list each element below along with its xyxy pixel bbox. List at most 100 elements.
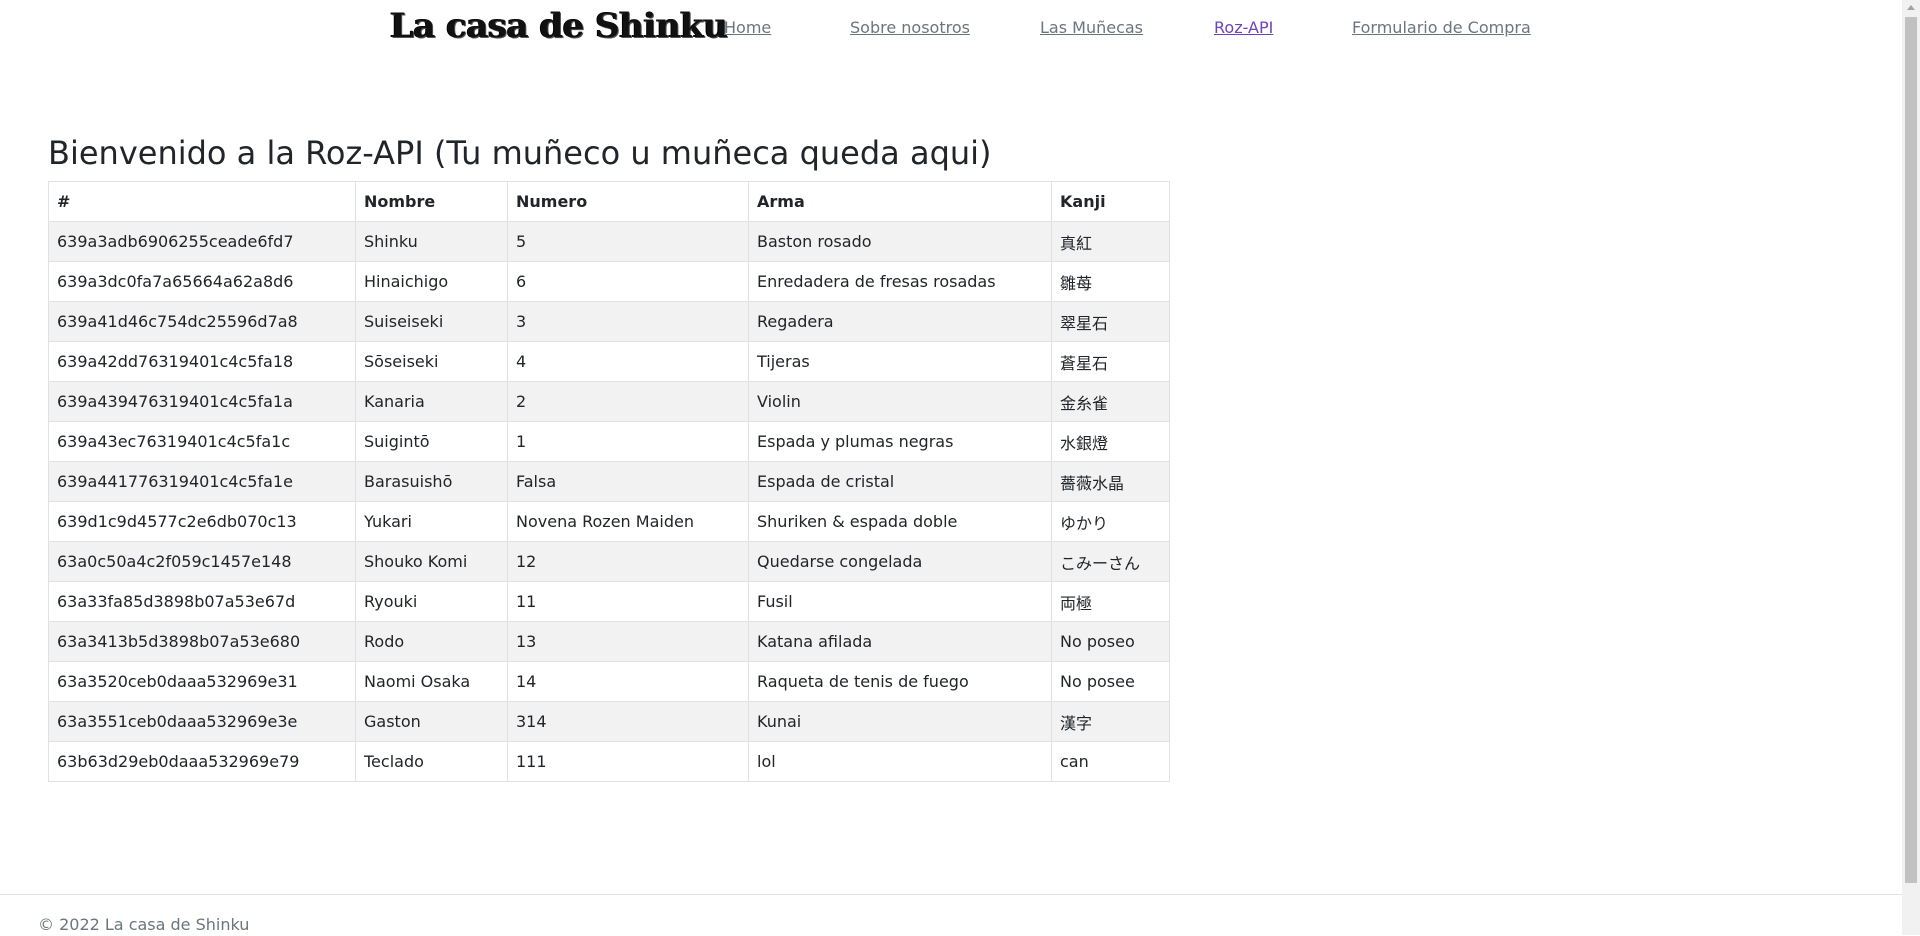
table-row: 63a3551ceb0daaa532969e3e Gaston 314 Kunai 漢字 xyxy=(48,701,1170,742)
cell-arma: Tijeras xyxy=(748,341,1052,382)
site-header: La casa de Shinku Home Sobre nosotros La… xyxy=(0,0,1902,56)
table-row: 63a3520ceb0daaa532969e31 Naomi Osaka 14 Raq… xyxy=(48,661,1170,702)
cell-nombre: Kanaria xyxy=(355,381,508,422)
cell-nombre: Shouko Komi xyxy=(355,541,508,582)
cell-id: 63a3551ceb0daaa532969e3e xyxy=(48,701,356,742)
cell-arma: Raqueta de tenis de fuego xyxy=(748,661,1052,702)
cell-numero: 1 xyxy=(507,421,749,462)
cell-id: 639d1c9d4577c2e6db070c13 xyxy=(48,501,356,542)
cell-nombre: Gaston xyxy=(355,701,508,742)
cell-arma: Kunai xyxy=(748,701,1052,742)
cell-nombre: Hinaichigo xyxy=(355,261,508,302)
nav-link-home[interactable]: Home xyxy=(724,18,771,37)
cell-arma: Shuriken & espada doble xyxy=(748,501,1052,542)
table-row: 639a43ec76319401c4c5fa1c Suigintō 1 Espada … xyxy=(48,421,1170,462)
table-row: 63a3413b5d3898b07a53e680 Rodo 13 Katana afi… xyxy=(48,621,1170,662)
cell-nombre: Shinku xyxy=(355,221,508,262)
cell-kanji: 蒼星石 xyxy=(1051,341,1170,382)
cell-id: 63a3413b5d3898b07a53e680 xyxy=(48,621,356,662)
cell-kanji: 金糸雀 xyxy=(1051,381,1170,422)
cell-kanji: 両極 xyxy=(1051,581,1170,622)
cell-arma: Violin xyxy=(748,381,1052,422)
table-row: 639a441776319401c4c5fa1e Barasuishō Falsa E… xyxy=(48,461,1170,502)
cell-arma: Katana afilada xyxy=(748,621,1052,662)
cell-kanji: 薔薇水晶 xyxy=(1051,461,1170,502)
dolls-table: # Nombre Numero Arma Kanji 639a3adb69062… xyxy=(48,181,1170,782)
scroll-up-arrow-icon[interactable] xyxy=(1907,5,1915,10)
cell-id: 639a3dc0fa7a65664a62a8d6 xyxy=(48,261,356,302)
cell-id: 63a3520ceb0daaa532969e31 xyxy=(48,661,356,702)
site-footer: © 2022 La casa de Shinku xyxy=(0,894,1902,936)
table-row: 63b63d29eb0daaa532969e79 Teclado 111 lol can xyxy=(48,741,1170,782)
cell-numero: 13 xyxy=(507,621,749,662)
table-row: 63a33fa85d3898b07a53e67d Ryouki 11 Fusil 両極 xyxy=(48,581,1170,622)
cell-nombre: Barasuishō xyxy=(355,461,508,502)
cell-numero: 3 xyxy=(507,301,749,342)
cell-nombre: Yukari xyxy=(355,501,508,542)
table-row: 639a42dd76319401c4c5fa18 Sōseiseki 4 Tijera… xyxy=(48,341,1170,382)
cell-nombre: Teclado xyxy=(355,741,508,782)
cell-id: 639a439476319401c4c5fa1a xyxy=(48,381,356,422)
cell-nombre: Rodo xyxy=(355,621,508,662)
cell-nombre: Ryouki xyxy=(355,581,508,622)
cell-kanji: 水銀燈 xyxy=(1051,421,1170,462)
cell-numero: 6 xyxy=(507,261,749,302)
table-row: 639a41d46c754dc25596d7a8 Suiseiseki 3 Regad… xyxy=(48,301,1170,342)
scrollbar-thumb[interactable] xyxy=(1905,17,1917,883)
vertical-scrollbar[interactable] xyxy=(1902,0,1920,935)
cell-kanji: こみーさん xyxy=(1051,541,1170,582)
table-row: 639a439476319401c4c5fa1a Kanaria 2 Violin 金糸… xyxy=(48,381,1170,422)
table-row: 639d1c9d4577c2e6db070c13 Yukari Novena Roz… xyxy=(48,501,1170,542)
cell-kanji: ゆかり xyxy=(1051,501,1170,542)
cell-kanji: can xyxy=(1051,741,1170,782)
cell-numero: Falsa xyxy=(507,461,749,502)
nav-link-roz-api[interactable]: Roz-API xyxy=(1214,18,1273,37)
column-header-nombre: Nombre xyxy=(355,181,508,222)
cell-numero: 14 xyxy=(507,661,749,702)
cell-arma: Fusil xyxy=(748,581,1052,622)
cell-numero: 4 xyxy=(507,341,749,382)
cell-id: 639a43ec76319401c4c5fa1c xyxy=(48,421,356,462)
page-title: Bienvenido a la Roz-API (Tu muñeco u muñ… xyxy=(48,134,992,172)
cell-numero: 5 xyxy=(507,221,749,262)
cell-id: 63a0c50a4c2f059c1457e148 xyxy=(48,541,356,582)
cell-id: 639a41d46c754dc25596d7a8 xyxy=(48,301,356,342)
cell-numero: Novena Rozen Maiden xyxy=(507,501,749,542)
cell-numero: 11 xyxy=(507,581,749,622)
cell-arma: Espada y plumas negras xyxy=(748,421,1052,462)
cell-id: 639a441776319401c4c5fa1e xyxy=(48,461,356,502)
cell-nombre: Suiseiseki xyxy=(355,301,508,342)
page: La casa de Shinku Home Sobre nosotros La… xyxy=(0,0,1902,935)
nav-link-las-munecas[interactable]: Las Muñecas xyxy=(1040,18,1143,37)
column-header-numero: Numero xyxy=(507,181,749,222)
cell-id: 63a33fa85d3898b07a53e67d xyxy=(48,581,356,622)
footer-copyright: © 2022 La casa de Shinku xyxy=(38,915,250,934)
table-row: 639a3dc0fa7a65664a62a8d6 Hinaichigo 6 Enred… xyxy=(48,261,1170,302)
table-row: 639a3adb6906255ceade6fd7 Shinku 5 Baston ro… xyxy=(48,221,1170,262)
table-header-row: # Nombre Numero Arma Kanji xyxy=(48,181,1170,222)
cell-id: 639a42dd76319401c4c5fa18 xyxy=(48,341,356,382)
cell-numero: 12 xyxy=(507,541,749,582)
cell-kanji: No posee xyxy=(1051,661,1170,702)
cell-id: 63b63d29eb0daaa532969e79 xyxy=(48,741,356,782)
cell-kanji: 漢字 xyxy=(1051,701,1170,742)
cell-arma: Enredadera de fresas rosadas xyxy=(748,261,1052,302)
column-header-arma: Arma xyxy=(748,181,1052,222)
cell-arma: Baston rosado xyxy=(748,221,1052,262)
nav-link-formulario-de-compra[interactable]: Formulario de Compra xyxy=(1352,18,1531,37)
cell-nombre: Sōseiseki xyxy=(355,341,508,382)
cell-id: 639a3adb6906255ceade6fd7 xyxy=(48,221,356,262)
site-logo[interactable]: La casa de Shinku xyxy=(390,4,728,48)
cell-kanji: No poseo xyxy=(1051,621,1170,662)
table-row: 63a0c50a4c2f059c1457e148 Shouko Komi 12 Que… xyxy=(48,541,1170,582)
cell-kanji: 真紅 xyxy=(1051,221,1170,262)
cell-arma: Quedarse congelada xyxy=(748,541,1052,582)
cell-arma: Regadera xyxy=(748,301,1052,342)
cell-arma: lol xyxy=(748,741,1052,782)
column-header-id: # xyxy=(48,181,356,222)
cell-numero: 314 xyxy=(507,701,749,742)
cell-numero: 2 xyxy=(507,381,749,422)
nav-link-sobre-nosotros[interactable]: Sobre nosotros xyxy=(850,18,970,37)
cell-nombre: Suigintō xyxy=(355,421,508,462)
cell-nombre: Naomi Osaka xyxy=(355,661,508,702)
